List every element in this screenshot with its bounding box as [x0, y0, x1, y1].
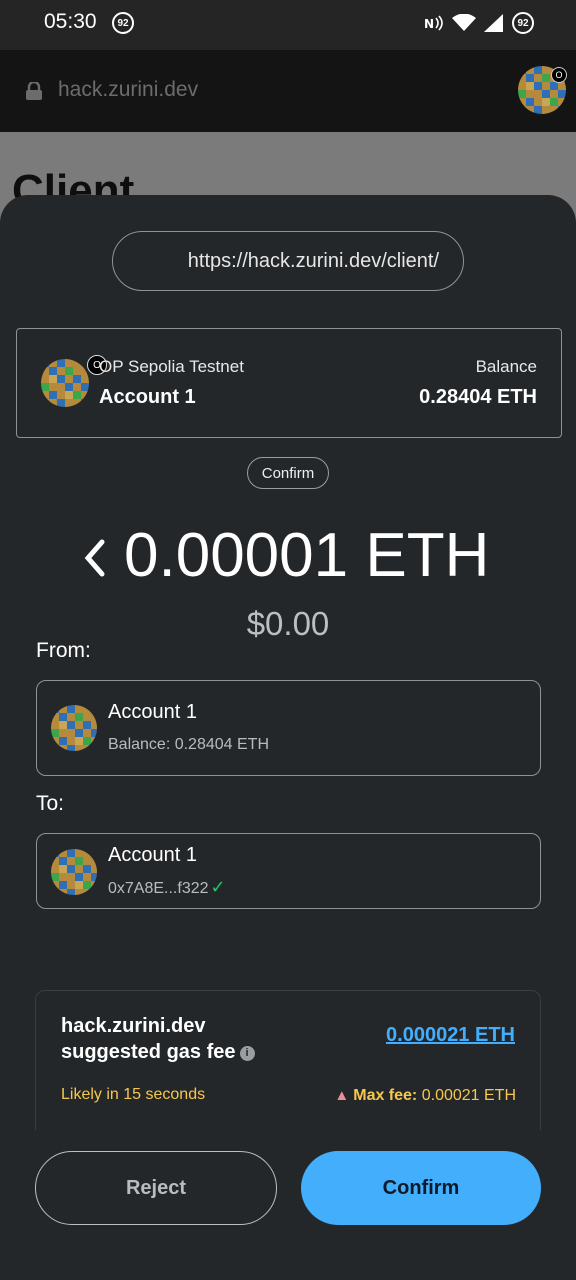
network-name: OP Sepolia Testnet: [99, 357, 244, 376]
signal-icon: [484, 14, 503, 32]
max-fee-label: Max fee:: [353, 1087, 418, 1104]
warning-icon: ▲: [334, 1087, 350, 1104]
max-fee: ▲ Max fee: 0.00021 ETH: [334, 1087, 516, 1105]
to-avatar: [51, 849, 97, 895]
confirmation-sheet: https://hack.zurini.dev/client/ O OP Sep…: [0, 195, 576, 1280]
network-badge-icon: O: [551, 67, 567, 83]
from-label: From:: [36, 639, 91, 662]
reject-button[interactable]: Reject: [35, 1151, 277, 1225]
balance-label: Balance: [475, 357, 537, 376]
lock-icon: [26, 82, 42, 100]
origin-pill: https://hack.zurini.dev/client/: [112, 231, 464, 291]
status-time: 05:30: [44, 10, 97, 33]
gas-fee-value[interactable]: 0.000021 ETH: [386, 1024, 515, 1047]
account-network-box: O OP Sepolia Testnet Account 1 Balance 0…: [16, 328, 562, 438]
chevron-left-icon[interactable]: [82, 538, 108, 578]
transaction-amount: 0.00001 ETH: [124, 521, 490, 590]
from-account-balance: Balance: 0.28404 ETH: [108, 736, 269, 753]
balance-value: 0.28404 ETH: [419, 386, 537, 408]
to-label: To:: [36, 792, 65, 815]
info-icon[interactable]: i: [239, 1046, 255, 1061]
nfc-icon: N: [424, 15, 443, 31]
to-account-name: Account 1: [108, 844, 197, 866]
transaction-type-chip: Confirm: [247, 457, 329, 489]
amount-row: 0.00001 ETH: [0, 520, 576, 590]
svg-text:N: N: [424, 17, 434, 31]
battery-icon: 92: [512, 12, 534, 34]
account-avatar: [41, 359, 89, 407]
to-account-address-row: 0x7A8E...f322 ✓: [108, 877, 226, 898]
url-text[interactable]: hack.zurini.dev: [58, 78, 198, 102]
fiat-amount: $0.00: [246, 605, 330, 642]
status-bar: 05:30 92 N 92: [0, 0, 576, 50]
from-avatar: [51, 705, 97, 751]
gas-fee-title: hack.zurini.dev suggested gas fee i: [61, 1013, 301, 1065]
browser-address-bar: hack.zurini.dev O: [0, 50, 576, 132]
from-account-box: Account 1 Balance: 0.28404 ETH: [36, 680, 541, 776]
to-account-box: Account 1 0x7A8E...f322 ✓: [36, 833, 541, 909]
gas-time-estimate: Likely in 15 seconds: [61, 1086, 206, 1103]
check-icon: ✓: [210, 877, 226, 897]
from-account-name: Account 1: [108, 701, 197, 723]
wifi-icon: [452, 14, 476, 31]
max-fee-value: 0.00021 ETH: [421, 1087, 516, 1104]
to-account-address[interactable]: 0x7A8E...f322: [108, 880, 209, 897]
confirm-button[interactable]: Confirm: [301, 1151, 541, 1225]
gas-fee-title-text: hack.zurini.dev suggested gas fee: [61, 1015, 236, 1063]
status-icons: N 92: [424, 12, 534, 34]
notification-badge: 92: [112, 12, 134, 34]
gas-fee-box: hack.zurini.dev suggested gas fee i 0.000…: [35, 990, 541, 1130]
account-name: Account 1: [99, 386, 196, 408]
